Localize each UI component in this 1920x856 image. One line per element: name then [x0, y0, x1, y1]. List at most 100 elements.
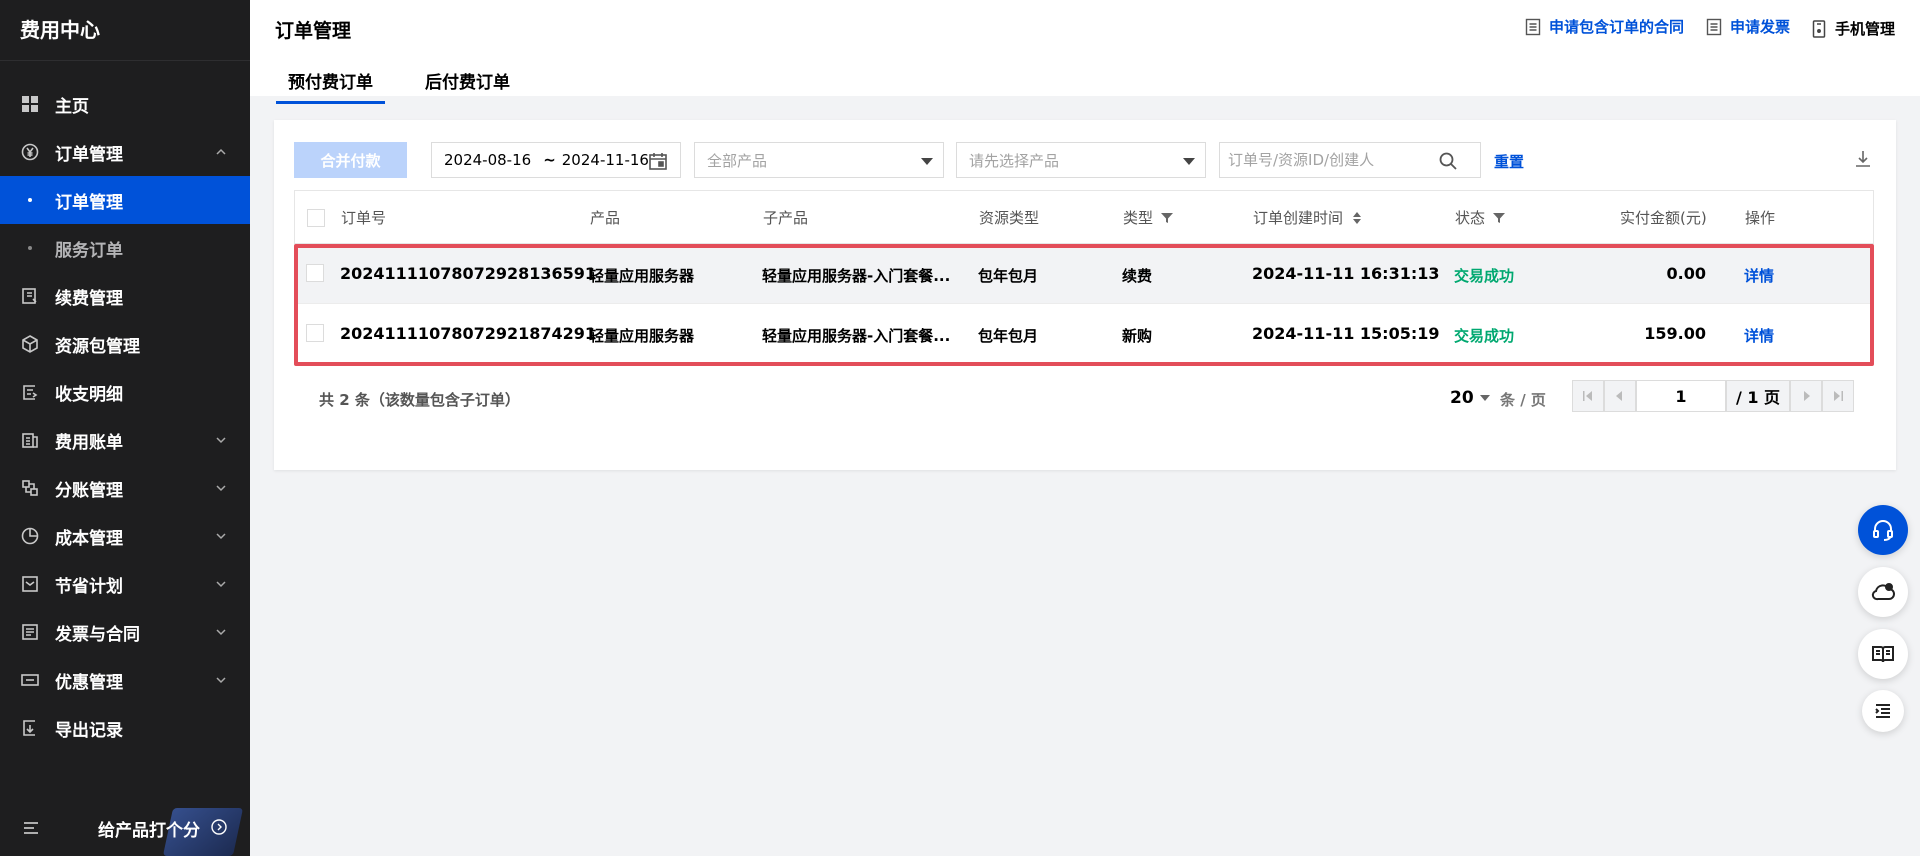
row-checkbox[interactable] — [306, 264, 324, 282]
column-header-created[interactable]: 订单创建时间 — [1253, 207, 1363, 228]
cell-product: 轻量应用服务器 — [589, 267, 695, 285]
docs-button[interactable] — [1858, 629, 1908, 679]
column-header-resource-type: 资源类型 — [979, 209, 1040, 227]
sidebar-item-coupons[interactable]: 优惠管理 — [0, 656, 250, 704]
coupon-icon — [20, 670, 40, 690]
sidebar-item-home[interactable]: 主页 — [0, 80, 250, 128]
filter-icon[interactable] — [1161, 212, 1174, 224]
sidebar-item-orders[interactable]: 订单管理 — [0, 128, 250, 176]
search-icon[interactable] — [1438, 151, 1458, 171]
date-range-picker[interactable]: 2024-08-16 ~ 2024-11-16 — [431, 142, 681, 178]
renew-icon — [20, 286, 40, 306]
sort-icon[interactable] — [1351, 211, 1363, 224]
arrow-circle-icon — [211, 819, 227, 835]
rate-product-link[interactable]: 给产品打个分 — [98, 816, 200, 841]
sidebar-item-invoices[interactable]: 发票与合同 — [0, 608, 250, 656]
chevron-down-icon — [216, 677, 226, 684]
export-icon — [20, 718, 40, 738]
invoice-icon — [20, 622, 40, 642]
order-search-input[interactable] — [1220, 143, 1430, 177]
book-icon — [1872, 646, 1894, 663]
column-header-action: 操作 — [1745, 209, 1776, 227]
page-size-select[interactable]: 20 — [1450, 388, 1490, 408]
select-all-checkbox[interactable] — [307, 209, 325, 227]
menu-collapse-icon[interactable] — [22, 819, 40, 837]
merge-pay-button[interactable]: 合并付款 — [294, 142, 407, 178]
sidebar-item-label: 资源包管理 — [55, 336, 140, 357]
sidebar-item-label: 费用账单 — [55, 432, 123, 453]
column-header-type-label: 类型 — [1123, 209, 1154, 227]
document-icon — [1706, 18, 1722, 35]
yen-circle-icon — [20, 142, 40, 162]
column-header-order-id: 订单号 — [341, 209, 387, 227]
apply-contract-link[interactable]: 申请包含订单的合同 — [1525, 16, 1684, 37]
download-icon[interactable] — [1854, 149, 1872, 169]
mobile-manage-link[interactable]: 手机管理 — [1811, 18, 1895, 39]
sidebar-item-ledger[interactable]: 收支明细 — [0, 368, 250, 416]
cloud-status-button[interactable] — [1858, 567, 1908, 617]
column-header-product: 产品 — [590, 209, 621, 227]
row-checkbox[interactable] — [306, 324, 324, 342]
sidebar-item-savings[interactable]: 节省计划 — [0, 560, 250, 608]
sidebar-item-packages[interactable]: 资源包管理 — [0, 320, 250, 368]
chevron-down-icon — [216, 629, 226, 636]
sidebar-subitem-service-orders[interactable]: 服务订单 — [0, 224, 250, 272]
sidebar-subitem-order-management[interactable]: 订单管理 — [0, 176, 250, 224]
cell-status: 交易成功 — [1454, 327, 1515, 345]
apply-invoice-link[interactable]: 申请发票 — [1706, 16, 1790, 37]
detail-link[interactable]: 详情 — [1744, 265, 1774, 286]
column-header-status[interactable]: 状态 — [1455, 207, 1506, 228]
sidebar-item-label: 收支明细 — [55, 384, 123, 405]
first-page-button[interactable] — [1572, 380, 1604, 412]
sidebar-item-cost[interactable]: 成本管理 — [0, 512, 250, 560]
column-header-type[interactable]: 类型 — [1123, 207, 1174, 228]
pie-icon — [20, 526, 40, 546]
bill-icon — [20, 430, 40, 450]
column-header-subproduct: 子产品 — [763, 209, 809, 227]
chevron-up-icon — [216, 148, 226, 155]
sidebar-divider — [0, 60, 250, 61]
cell-subproduct: 轻量应用服务器-入门套餐... — [762, 327, 951, 345]
column-header-amount: 实付金额(元) — [1620, 209, 1707, 227]
sidebar-item-renewal[interactable]: 续费管理 — [0, 272, 250, 320]
chevron-down-icon — [216, 485, 226, 492]
caret-down-icon — [921, 158, 933, 165]
sidebar-item-label: 订单管理 — [55, 144, 123, 165]
toc-button[interactable] — [1862, 690, 1904, 732]
table-row: 20241111078072928136591 轻量应用服务器 轻量应用服务器-… — [294, 244, 1874, 304]
mobile-manage-label: 手机管理 — [1835, 20, 1896, 38]
sidebar-subitem-label: 服务订单 — [55, 240, 123, 261]
cell-resource-type: 包年包月 — [978, 267, 1039, 285]
customer-service-button[interactable] — [1858, 505, 1908, 555]
sidebar-item-bills[interactable]: 费用账单 — [0, 416, 250, 464]
table-header: 订单号 产品 子产品 资源类型 类型 订单创建时间 状态 实付金额(元) 操作 — [294, 190, 1874, 244]
package-icon — [20, 334, 40, 354]
sidebar-subitem-label: 订单管理 — [55, 192, 123, 213]
product-select[interactable]: 全部产品 — [694, 142, 944, 178]
prev-page-button[interactable] — [1604, 380, 1636, 412]
column-header-created-label: 订单创建时间 — [1253, 209, 1344, 227]
ledger-icon — [20, 382, 40, 402]
subproduct-select[interactable]: 请先选择产品 — [956, 142, 1206, 178]
page-number-input[interactable] — [1636, 380, 1726, 412]
cell-created: 2024-11-11 15:05:19 — [1252, 324, 1440, 343]
cell-amount: 0.00 — [1666, 264, 1706, 283]
plan-icon — [20, 574, 40, 594]
date-end: 2024-11-16 — [561, 151, 649, 169]
next-page-button[interactable] — [1790, 380, 1822, 412]
tab-postpaid-orders[interactable]: 后付费订单 — [425, 68, 510, 93]
sidebar-item-label: 优惠管理 — [55, 672, 123, 693]
sidebar-item-label: 成本管理 — [55, 528, 123, 549]
sidebar-item-split[interactable]: 分账管理 — [0, 464, 250, 512]
cell-amount: 159.00 — [1644, 324, 1706, 343]
filter-icon[interactable] — [1493, 212, 1506, 224]
last-page-button[interactable] — [1822, 380, 1854, 412]
sidebar-item-export[interactable]: 导出记录 — [0, 704, 250, 752]
order-search — [1219, 142, 1481, 178]
next-page-icon — [1804, 391, 1810, 401]
tab-prepaid-orders[interactable]: 预付费订单 — [276, 68, 385, 104]
cell-order-id: 20241111078072928136591 — [340, 264, 597, 283]
cloud-icon — [1871, 583, 1895, 601]
reset-button[interactable]: 重置 — [1494, 151, 1524, 172]
detail-link[interactable]: 详情 — [1744, 325, 1774, 346]
